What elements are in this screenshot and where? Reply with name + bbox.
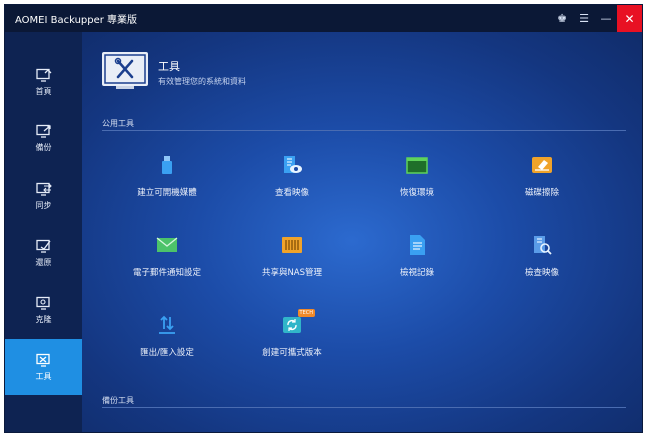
tool-label: 共享與NAS管理 — [261, 268, 323, 278]
tool-label: 檢查映像 — [524, 268, 559, 278]
main-panel: 工具 有效管理您的系統和資料 公用工具 建立可開機媒體 查看映像 恢復環境 磁碟… — [82, 32, 642, 432]
tool-label: 磁碟擦除 — [524, 188, 559, 198]
tool-label: 創建可攜式版本 — [262, 348, 322, 358]
clone-icon — [35, 296, 50, 310]
menu-icon[interactable]: ☰ — [573, 5, 595, 32]
tools-header-icon — [102, 52, 148, 86]
sidebar-item-label: 工具 — [35, 371, 52, 381]
tool-label: 檢視記錄 — [399, 268, 434, 278]
sidebar-item-label: 首頁 — [35, 86, 52, 96]
page-title: 工具 — [158, 60, 180, 73]
backup-icon — [35, 124, 51, 138]
sync-icon — [35, 182, 52, 196]
app-window: AOMEI Backupper 專業版 ♚ ☰ — ✕ 首頁 備份 同步 還原 … — [4, 4, 643, 433]
tech-badge: TECH — [297, 309, 315, 317]
email-icon — [156, 237, 178, 252]
export-import-icon — [159, 315, 175, 334]
nas-icon — [282, 237, 302, 253]
window-controls: ♚ ☰ — ✕ — [551, 5, 642, 32]
tool-email-notification[interactable]: 電子郵件通知設定 — [107, 234, 227, 278]
sidebar-item-clone[interactable]: 克隆 — [5, 282, 82, 338]
tool-label: 恢復環境 — [399, 188, 434, 198]
section-title-backup: 備份工具 — [102, 396, 134, 405]
restore-icon — [35, 239, 51, 253]
crown-icon[interactable]: ♚ — [551, 5, 573, 32]
sidebar-item-restore[interactable]: 還原 — [5, 225, 82, 281]
tool-label: 匯出/匯入設定 — [140, 348, 194, 358]
recovery-env-icon — [406, 157, 428, 174]
monitor-stand — [116, 86, 134, 89]
tool-share-nas-management[interactable]: 共享與NAS管理 — [232, 234, 352, 278]
section-title-common: 公用工具 — [102, 119, 134, 128]
tool-disk-wipe[interactable]: 磁碟擦除 — [482, 154, 602, 198]
sidebar: 首頁 備份 同步 還原 克隆 工具 — [5, 32, 82, 432]
sidebar-item-home[interactable]: 首頁 — [5, 54, 82, 110]
tool-create-bootable-media[interactable]: 建立可開機媒體 — [107, 154, 227, 198]
sidebar-item-tools[interactable]: 工具 — [5, 339, 82, 395]
tool-label: 查看映像 — [274, 188, 309, 198]
tool-view-image[interactable]: 查看映像 — [232, 154, 352, 198]
sidebar-item-label: 克隆 — [35, 314, 52, 324]
tool-view-logs[interactable]: 檢視記錄 — [357, 234, 477, 278]
app-title: AOMEI Backupper 專業版 — [15, 15, 138, 26]
usb-drive-icon — [162, 156, 172, 174]
section-divider — [102, 407, 626, 408]
tool-label: 電子郵件通知設定 — [132, 268, 201, 278]
close-icon[interactable]: ✕ — [617, 5, 642, 32]
sidebar-item-label: 還原 — [35, 257, 52, 267]
minimize-icon[interactable]: — — [595, 5, 617, 32]
section-divider — [102, 130, 626, 131]
sidebar-item-backup[interactable]: 備份 — [5, 110, 82, 166]
tool-check-image[interactable]: 檢查映像 — [482, 234, 602, 278]
check-image-icon — [534, 236, 552, 255]
view-image-icon — [284, 156, 302, 173]
tool-label: 建立可開機媒體 — [137, 188, 197, 198]
home-icon — [35, 68, 51, 82]
page-subtitle: 有效管理您的系統和資料 — [158, 77, 246, 86]
portable-icon: TECH — [281, 309, 315, 336]
disk-wipe-icon — [532, 157, 552, 173]
log-icon — [410, 235, 425, 255]
tool-export-import-settings[interactable]: 匯出/匯入設定 — [107, 314, 227, 358]
sidebar-item-sync[interactable]: 同步 — [5, 168, 82, 224]
tool-create-portable-version[interactable]: TECH 創建可攜式版本 — [232, 309, 352, 358]
tool-recovery-environment[interactable]: 恢復環境 — [357, 154, 477, 198]
title-bar: AOMEI Backupper 專業版 ♚ ☰ — ✕ — [5, 5, 642, 32]
tools-icon — [35, 353, 50, 367]
sidebar-item-label: 同步 — [35, 200, 52, 210]
sidebar-item-label: 備份 — [35, 142, 52, 152]
